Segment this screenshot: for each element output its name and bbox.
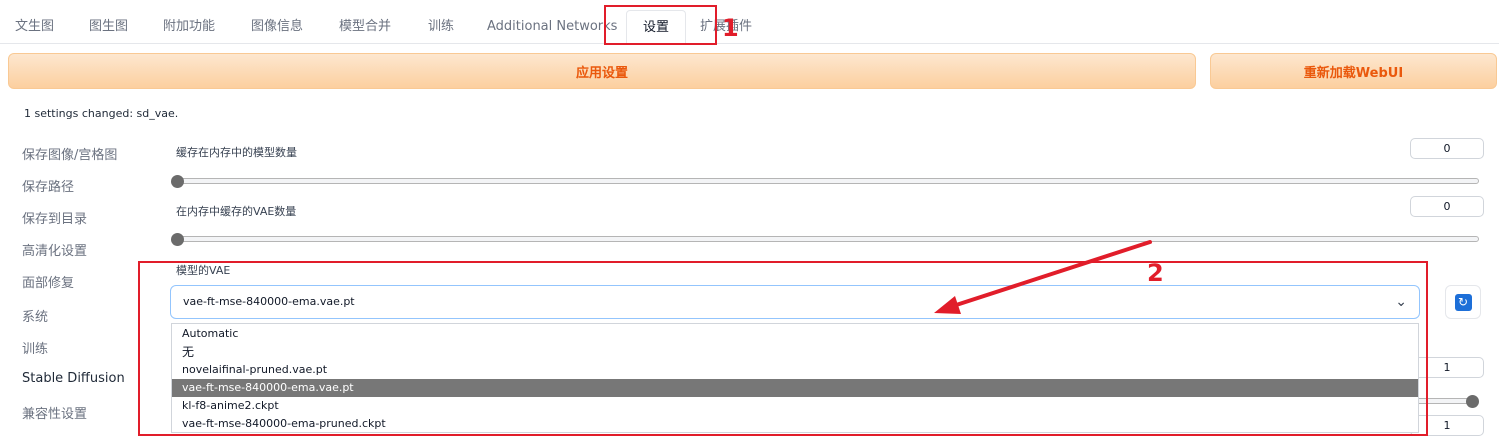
- annotation-arrow: [934, 240, 1152, 314]
